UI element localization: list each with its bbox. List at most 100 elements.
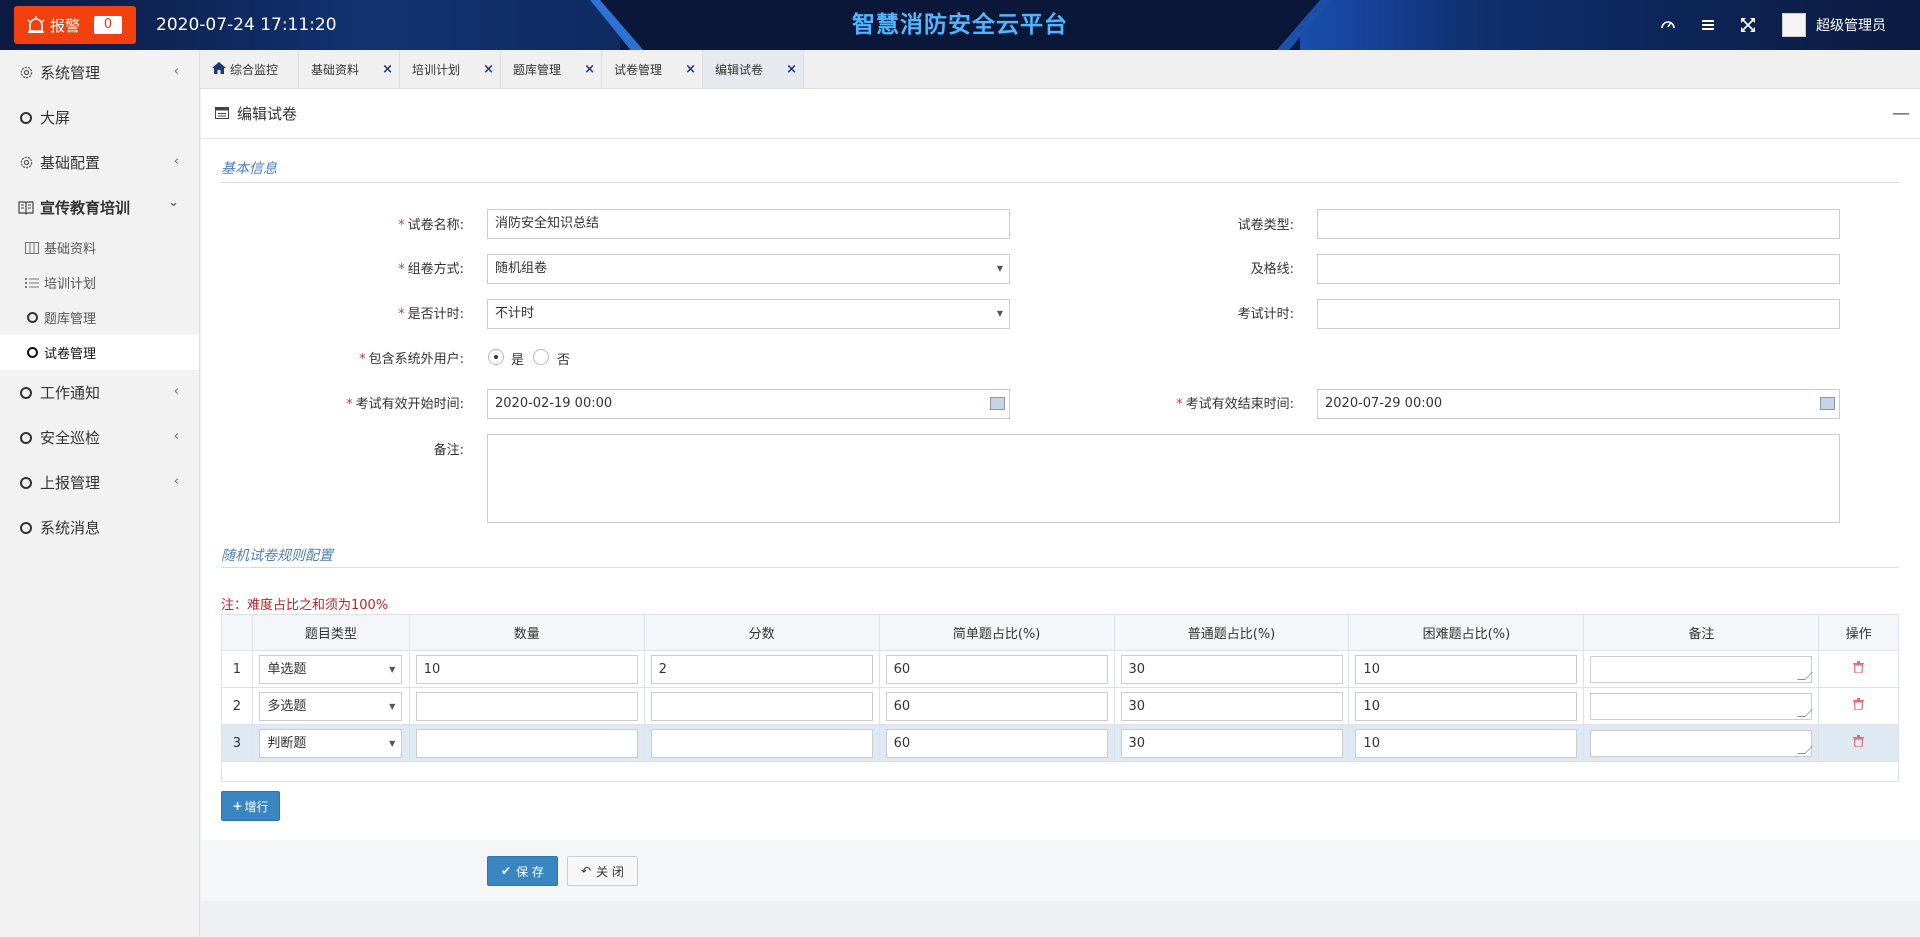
sidebar-item-safety-inspection[interactable]: 安全巡检 ‹ <box>0 415 199 460</box>
remark-input[interactable] <box>1590 655 1814 683</box>
sidebar-subitem-exam-paper-management[interactable]: 试卷管理 <box>0 335 199 370</box>
exam-duration-label: 考试计时: <box>1237 307 1294 322</box>
close-icon[interactable]: × <box>382 62 393 77</box>
count-input[interactable] <box>415 691 638 721</box>
add-row-button[interactable]: + 增行 <box>221 791 280 821</box>
pass-line-input[interactable] <box>1317 254 1840 284</box>
sidebar-item-system-management[interactable]: 系统管理 ‹ <box>0 50 199 95</box>
avatar[interactable] <box>1782 13 1806 37</box>
count-input[interactable]: 10 <box>415 654 638 684</box>
hard-ratio-input[interactable]: 10 <box>1355 728 1578 758</box>
score-input[interactable]: 2 <box>650 654 873 684</box>
sidebar-item-big-screen[interactable]: 大屏 <box>0 95 199 140</box>
normal-ratio-input[interactable]: 30 <box>1120 728 1343 758</box>
question-type-select[interactable]: 判断题 ▼ <box>259 728 403 758</box>
hard-ratio-input[interactable]: 10 <box>1355 691 1578 721</box>
easy-ratio-input[interactable]: 60 <box>885 654 1108 684</box>
alarm-icon <box>27 16 45 33</box>
sidebar-subitem-basic-materials[interactable]: 基础资料 <box>0 230 199 265</box>
score-input[interactable] <box>650 728 873 758</box>
tab-basic-materials[interactable]: 基础资料 × <box>299 50 400 88</box>
sidebar-item-education-training[interactable]: 宣传教育培训 ⌄ <box>0 185 199 230</box>
normal-ratio-input[interactable]: 30 <box>1120 691 1343 721</box>
hard-ratio-input[interactable]: 10 <box>1355 654 1578 684</box>
home-icon <box>212 61 226 77</box>
calendar-icon[interactable] <box>1820 397 1835 410</box>
compose-method-label: * 组卷方式: <box>398 262 464 277</box>
sidebar-item-label: 大屏 <box>40 109 71 127</box>
col-header-score: 分数 <box>643 614 880 651</box>
exam-name-input[interactable]: 消防安全知识总结 <box>487 209 1010 239</box>
external-no-label[interactable]: 否 <box>557 349 570 368</box>
book-icon <box>18 200 34 216</box>
close-label: 关 闭 <box>596 864 624 879</box>
col-header-index <box>221 614 253 651</box>
trash-icon[interactable] <box>1853 661 1865 677</box>
calendar-icon[interactable] <box>990 397 1005 410</box>
save-button[interactable]: ✔ 保 存 <box>487 856 558 886</box>
current-datetime: 2020-07-24 17:11:20 <box>156 15 337 35</box>
sidebar-item-report-management[interactable]: 上报管理 ‹ <box>0 460 199 505</box>
normal-ratio-input[interactable]: 30 <box>1120 654 1343 684</box>
chevron-left-icon: ‹ <box>173 64 179 79</box>
timed-select[interactable]: 不计时 ▼ <box>487 299 1010 329</box>
remark-input[interactable] <box>1590 692 1814 720</box>
close-icon[interactable]: × <box>483 62 494 77</box>
close-button[interactable]: ↶ 关 闭 <box>567 856 638 886</box>
remark-input[interactable] <box>1590 729 1814 757</box>
menu-icon[interactable] <box>1700 17 1716 33</box>
close-icon[interactable]: × <box>786 62 797 77</box>
sidebar: 系统管理 ‹ 大屏 基础配置 ‹ 宣传教育培训 ⌄ 基础资料 培训计划 题库管理 <box>0 50 200 937</box>
alarm-button[interactable]: 报警 0 <box>14 6 136 44</box>
easy-ratio-input[interactable]: 60 <box>885 728 1108 758</box>
difficulty-note: 注：难度占比之和须为100% <box>221 598 389 613</box>
top-bar: 报警 0 2020-07-24 17:11:20 智慧消防安全云平台 超级管理员 <box>0 0 1920 50</box>
sidebar-subitem-label: 基础资料 <box>44 242 97 257</box>
sidebar-item-basic-config[interactable]: 基础配置 ‹ <box>0 140 199 185</box>
sidebar-subitem-label: 试卷管理 <box>44 347 97 362</box>
score-input[interactable] <box>650 691 873 721</box>
pass-line-label: 及格线: <box>1250 262 1294 277</box>
sidebar-item-label: 上报管理 <box>40 474 101 492</box>
resize-grip-icon[interactable] <box>1797 745 1814 754</box>
resize-grip-icon[interactable] <box>1797 708 1814 717</box>
question-type-select[interactable]: 多选题 ▼ <box>259 691 403 721</box>
dashboard-icon[interactable] <box>1660 17 1676 33</box>
fullscreen-icon[interactable] <box>1740 17 1756 33</box>
tab-overview[interactable]: 综合监控 <box>200 50 299 88</box>
external-yes-label[interactable]: 是 <box>511 349 524 368</box>
end-time-value: 2020-07-29 00:00 <box>1325 396 1443 411</box>
start-time-input[interactable]: 2020-02-19 00:00 <box>487 389 1010 419</box>
circle-icon <box>18 385 34 401</box>
compose-method-select[interactable]: 随机组卷 ▼ <box>487 254 1010 284</box>
exam-duration-input[interactable] <box>1317 299 1840 329</box>
close-icon[interactable]: × <box>685 62 696 77</box>
chevron-left-icon: ‹ <box>173 429 179 444</box>
sidebar-item-system-messages[interactable]: 系统消息 <box>0 505 199 550</box>
exam-name-label: * 试卷名称: <box>398 218 464 233</box>
sidebar-item-work-notice[interactable]: 工作通知 ‹ <box>0 370 199 415</box>
exam-type-input[interactable] <box>1317 209 1840 239</box>
end-time-input[interactable]: 2020-07-29 00:00 <box>1317 389 1840 419</box>
table-row: 2 多选题 ▼ 60 30 10 <box>221 687 1899 725</box>
trash-icon[interactable] <box>1853 698 1865 714</box>
sidebar-subitem-training-plan[interactable]: 培训计划 <box>0 265 199 300</box>
trash-icon[interactable] <box>1853 735 1865 751</box>
easy-ratio-input[interactable]: 60 <box>885 691 1108 721</box>
exam-type-label: 试卷类型: <box>1237 218 1294 233</box>
collapse-icon[interactable]: — <box>1892 103 1910 124</box>
tab-question-bank[interactable]: 题库管理 × <box>501 50 602 88</box>
username[interactable]: 超级管理员 <box>1816 15 1886 35</box>
question-type-select[interactable]: 单选题 ▼ <box>259 654 403 684</box>
external-yes-radio[interactable] <box>488 349 504 365</box>
close-icon[interactable]: × <box>584 62 595 77</box>
sidebar-subitem-question-bank[interactable]: 题库管理 <box>0 300 199 335</box>
tab-exam-paper-management[interactable]: 试卷管理 × <box>602 50 703 88</box>
tab-training-plan[interactable]: 培训计划 × <box>400 50 501 88</box>
table-row: 3 判断题 ▼ 60 30 10 <box>221 724 1899 762</box>
count-input[interactable] <box>415 728 638 758</box>
remark-textarea[interactable] <box>487 434 1840 523</box>
tab-edit-exam-paper[interactable]: 编辑试卷 × <box>703 50 804 88</box>
external-no-radio[interactable] <box>533 349 549 365</box>
resize-grip-icon[interactable] <box>1797 671 1814 680</box>
